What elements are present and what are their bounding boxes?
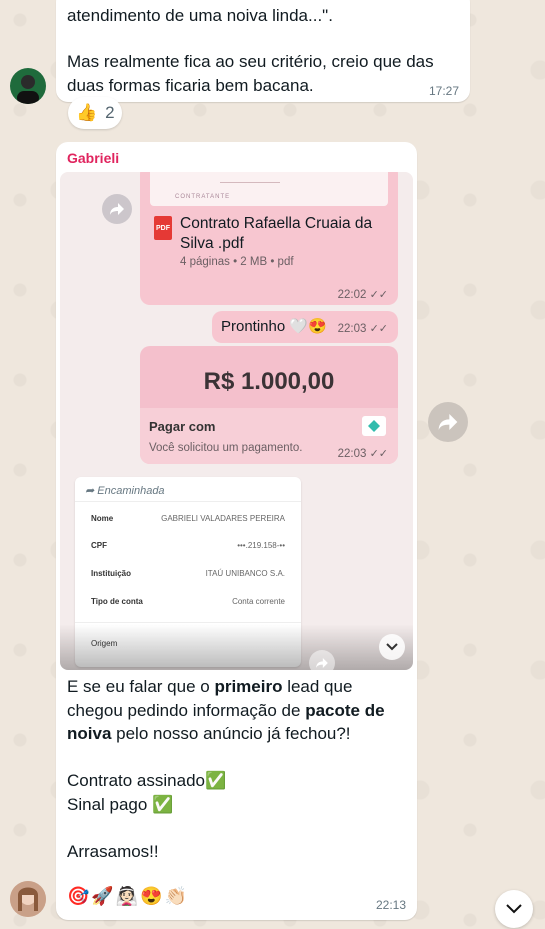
payment-bubble[interactable]: R$ 1.000,00 Pagar com Você solicitou um … (140, 346, 398, 464)
reaction-count: 2 (105, 103, 115, 122)
receipt-row: Nome GABRIELI VALADARES PEREIRA (91, 514, 285, 523)
media-gradient (60, 624, 413, 670)
contract-header: CONTRATANTE (175, 194, 231, 200)
message-text-line1: atendimento de uma noiva linda...". (67, 6, 333, 25)
payment-time: 22:03 ✓✓ (337, 448, 388, 460)
avatar-sender-2[interactable] (10, 881, 46, 917)
message-body: E se eu falar que o primeiro lead que ch… (67, 677, 385, 861)
pay-with-label: Pagar com (149, 419, 216, 434)
reply-bubble[interactable]: Prontinho 🤍😍 22:03 ✓✓ (212, 311, 398, 343)
scroll-down-button[interactable] (495, 890, 533, 928)
receipt-row: Instituição ITAÚ UNIBANCO S.A. (91, 569, 285, 578)
message-bubble-previous[interactable]: atendimento de uma noiva linda...". Mas … (56, 0, 470, 102)
message-text-line2: Mas realmente fica ao seu critério, crei… (67, 52, 434, 95)
chevron-down-icon (506, 904, 522, 914)
payment-amount: R$ 1.000,00 (203, 368, 335, 395)
emoji-line: 🎯🚀👰🏻😍👏🏻 (67, 886, 190, 906)
message-time: 17:27 (428, 84, 459, 98)
double-check-icon: ✓✓ (369, 323, 388, 335)
media-screenshot[interactable]: CONTRATANTE PDF Contrato Rafaella Cruaia… (60, 172, 413, 670)
receipt-row: CPF •••.219.158-•• (91, 541, 285, 550)
document-bubble[interactable]: CONTRATANTE PDF Contrato Rafaella Cruaia… (140, 172, 398, 305)
divider (75, 501, 301, 502)
avatar-sender-1[interactable] (10, 68, 46, 104)
payment-subtext: Você solicitou um pagamento. (149, 442, 303, 454)
document-line (220, 182, 280, 183)
pdf-icon: PDF (154, 216, 172, 240)
message-bubble-gabrieli[interactable]: Gabrieli CONTRATANTE PDF Contrato Rafael… (56, 142, 417, 920)
forward-icon[interactable] (428, 402, 468, 442)
reaction-badge[interactable]: 👍 2 (68, 97, 122, 129)
receipt-row: Tipo de conta Conta corrente (91, 597, 285, 606)
document-time: 22:02 ✓✓ (337, 289, 388, 301)
reply-text: Prontinho 🤍😍 (221, 318, 327, 335)
double-check-icon: ✓✓ (369, 289, 388, 301)
double-check-icon: ✓✓ (369, 448, 388, 460)
avatar-person-icon (17, 75, 39, 104)
thumbs-up-icon: 👍 (76, 103, 98, 122)
document-preview: CONTRATANTE (150, 172, 388, 206)
forwarded-label: ➦ Encaminhada (85, 485, 165, 497)
divider (75, 622, 301, 623)
document-title: Contrato Rafaella Cruaia da Silva .pdf (180, 215, 373, 252)
reply-time: 22:03 ✓✓ (337, 323, 388, 335)
forward-icon[interactable] (102, 194, 132, 224)
forward-icon[interactable] (309, 650, 335, 670)
pix-icon[interactable] (362, 416, 386, 436)
chevron-down-icon[interactable] (379, 634, 405, 660)
avatar-person-icon (10, 881, 46, 917)
sender-name[interactable]: Gabrieli (67, 150, 119, 166)
document-meta: 4 páginas • 2 MB • pdf (180, 256, 294, 268)
message-time: 22:13 (375, 898, 406, 912)
